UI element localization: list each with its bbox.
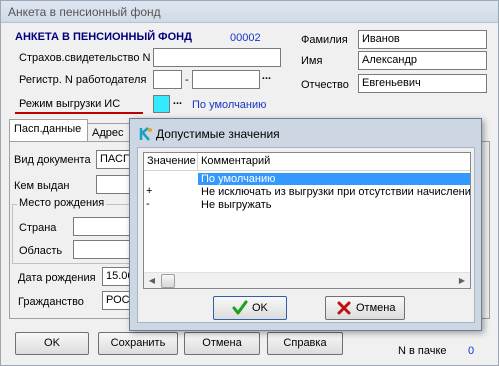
grid-header: Значение Комментарий xyxy=(144,153,470,171)
birthplace-group: Место рождения Страна Область xyxy=(12,197,138,264)
issued-by-label: Кем выдан xyxy=(14,180,70,192)
row-value: - xyxy=(146,198,150,210)
row-comment: Не выгружать xyxy=(201,199,272,211)
reg-field-b[interactable] xyxy=(192,70,260,89)
values-grid[interactable]: Значение Комментарий По умолчанию + Не и… xyxy=(143,152,471,289)
dialog-cancel-button[interactable]: Отмена xyxy=(325,296,405,320)
grid-row[interactable]: - Не выгружать xyxy=(144,198,470,211)
dialog-cancel-label: Отмена xyxy=(356,302,396,314)
check-icon xyxy=(232,300,248,315)
pack-value: 0 xyxy=(468,345,475,357)
region-label: Область xyxy=(19,245,63,257)
dialog-ok-label: OK xyxy=(252,302,268,314)
form-number: 00002 xyxy=(230,32,261,44)
patronymic-field[interactable]: Евгеньевич xyxy=(358,74,487,93)
save-button[interactable]: Сохранить xyxy=(98,332,178,355)
row-comment: По умолчанию xyxy=(198,173,470,185)
cert-label: Страхов.свидетельство N xyxy=(19,52,151,64)
surname-label: Фамилия xyxy=(301,34,348,46)
country-label: Страна xyxy=(19,222,57,234)
name-label: Имя xyxy=(301,55,323,67)
row-value: + xyxy=(146,185,153,197)
doc-type-label: Вид документа xyxy=(14,154,91,166)
export-lookup-button[interactable]: ... xyxy=(171,95,184,114)
reg-dash: - xyxy=(185,74,189,86)
horizontal-scrollbar[interactable]: ◀ ▶ xyxy=(144,272,470,288)
grid-row[interactable]: + Не исключать из выгрузки при отсутстви… xyxy=(144,185,470,198)
dialog-body: Значение Комментарий По умолчанию + Не и… xyxy=(137,147,475,323)
reg-lookup-button[interactable]: ... xyxy=(260,70,273,89)
cert-field[interactable] xyxy=(153,48,281,67)
birthplace-title: Место рождения xyxy=(17,197,107,209)
reg-field-a[interactable] xyxy=(153,70,182,89)
col-value-header[interactable]: Значение xyxy=(147,155,196,167)
form-heading: АНКЕТА В ПЕНСИОННЫЙ ФОНД xyxy=(15,31,192,43)
tab-address[interactable]: Адрес xyxy=(87,123,131,143)
grid-row[interactable]: По умолчанию xyxy=(144,173,470,185)
surname-field[interactable]: Иванов xyxy=(358,30,487,49)
dialog-title: Допустимые значения xyxy=(156,127,280,141)
export-underline xyxy=(15,112,143,114)
reg-label: Регистр. N работодателя xyxy=(19,74,147,86)
tab-passport[interactable]: Пасп.данные xyxy=(9,119,88,141)
birthdate-label: Дата рождения xyxy=(18,272,96,284)
citizenship-label: Гражданство xyxy=(18,296,84,308)
close-icon xyxy=(337,301,351,315)
export-color-swatch[interactable] xyxy=(153,95,170,113)
allowed-values-dialog: Допустимые значения Значение Комментарий… xyxy=(129,118,482,331)
dialog-title-bar[interactable]: Допустимые значения xyxy=(130,119,481,146)
patronymic-label: Отчество xyxy=(301,79,349,91)
export-label: Режим выгрузки ИС xyxy=(19,98,121,110)
scroll-thumb[interactable] xyxy=(161,274,175,288)
scroll-left-icon[interactable]: ◀ xyxy=(144,273,160,288)
pack-label: N в пачке xyxy=(398,345,447,357)
col-separator xyxy=(197,153,198,171)
region-field[interactable] xyxy=(73,240,137,259)
main-title-bar[interactable]: Анкета в пенсионный фонд xyxy=(1,1,498,23)
export-value: По умолчанию xyxy=(192,99,267,111)
row-comment: Не исключать из выгрузки при отсутствии … xyxy=(201,186,470,198)
scroll-right-icon[interactable]: ▶ xyxy=(454,273,470,288)
dialog-ok-button[interactable]: OK xyxy=(213,296,287,320)
app-icon xyxy=(139,127,152,141)
name-field[interactable]: Александр xyxy=(358,51,487,70)
ok-button[interactable]: OK xyxy=(15,332,89,355)
col-comment-header[interactable]: Комментарий xyxy=(201,155,270,167)
country-field[interactable] xyxy=(73,217,137,236)
cancel-button[interactable]: Отмена xyxy=(184,332,260,355)
print-button[interactable]: Справка xyxy=(267,332,343,355)
window-title: Анкета в пенсионный фонд xyxy=(8,5,161,19)
